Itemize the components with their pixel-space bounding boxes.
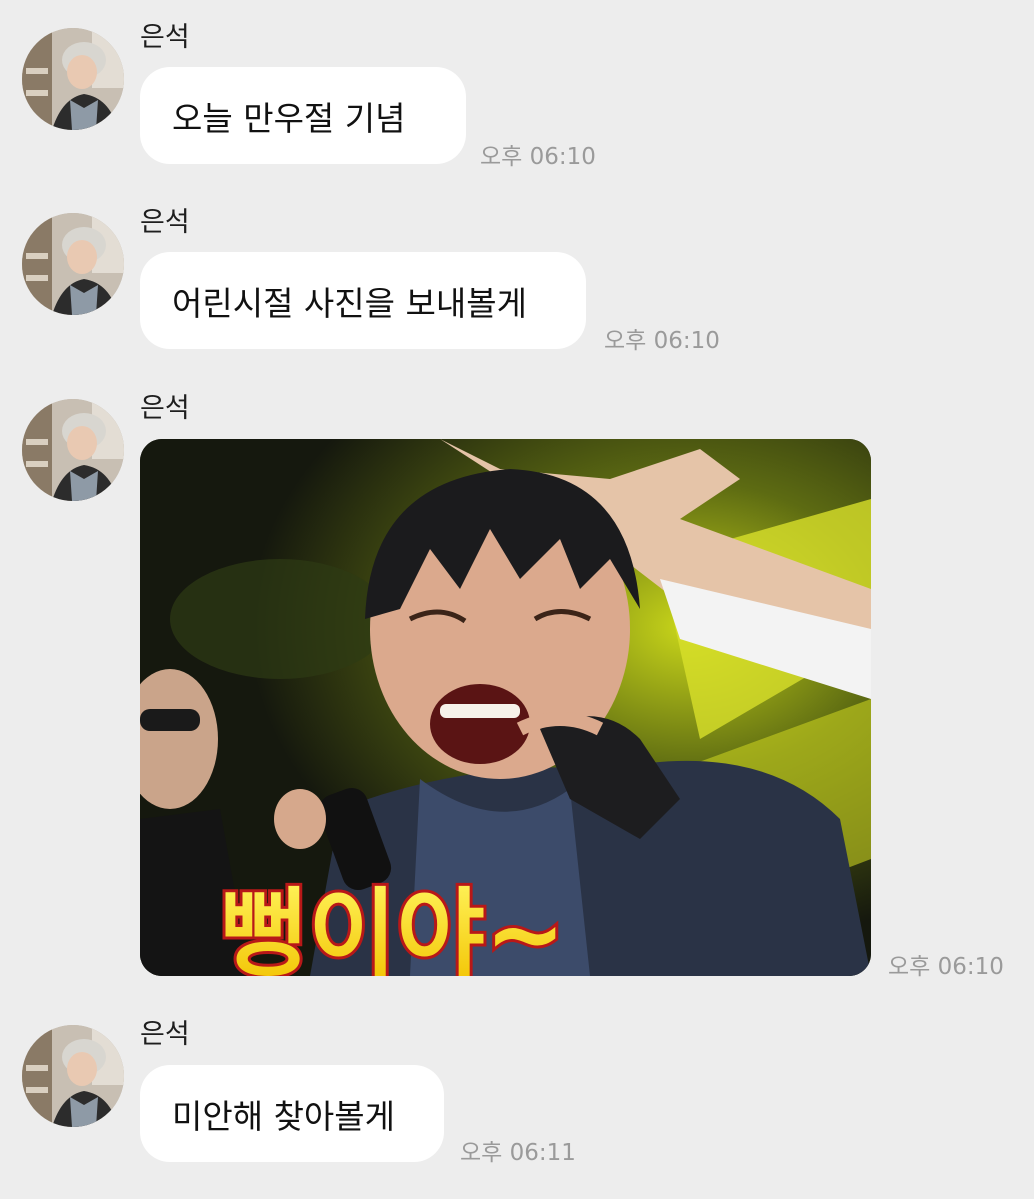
message-time: 오후 06:10: [604, 328, 720, 354]
message-text: 어린시절 사진을 보내볼게: [172, 283, 527, 323]
message-time: 오후 06:10: [888, 954, 1004, 980]
message-bubble[interactable]: 미안해 찾아볼게: [140, 1065, 444, 1162]
message-bubble[interactable]: 어린시절 사진을 보내볼게: [140, 252, 586, 349]
meme-photo: 뻥이야~: [140, 439, 871, 976]
avatar[interactable]: [22, 28, 124, 130]
avatar[interactable]: [22, 1025, 124, 1127]
message-text: 미안해 찾아볼게: [172, 1096, 396, 1136]
sender-name: 은석: [140, 207, 190, 238]
meme-caption: 뻥이야~: [220, 878, 565, 976]
message-time: 오후 06:10: [480, 144, 596, 170]
sender-name: 은석: [140, 1019, 190, 1050]
avatar[interactable]: [22, 399, 124, 501]
message-text: 오늘 만우절 기념: [172, 98, 406, 138]
sender-name: 은석: [140, 22, 190, 53]
image-message[interactable]: 뻥이야~: [140, 439, 871, 976]
sender-name: 은석: [140, 393, 190, 424]
message-time: 오후 06:11: [460, 1140, 576, 1166]
avatar[interactable]: [22, 213, 124, 315]
chat-room: 은석 오늘 만우절 기념 오후 06:10 은석 어린시절 사진을 보내볼게 오…: [0, 0, 1034, 1199]
message-bubble[interactable]: 오늘 만우절 기념: [140, 67, 466, 164]
